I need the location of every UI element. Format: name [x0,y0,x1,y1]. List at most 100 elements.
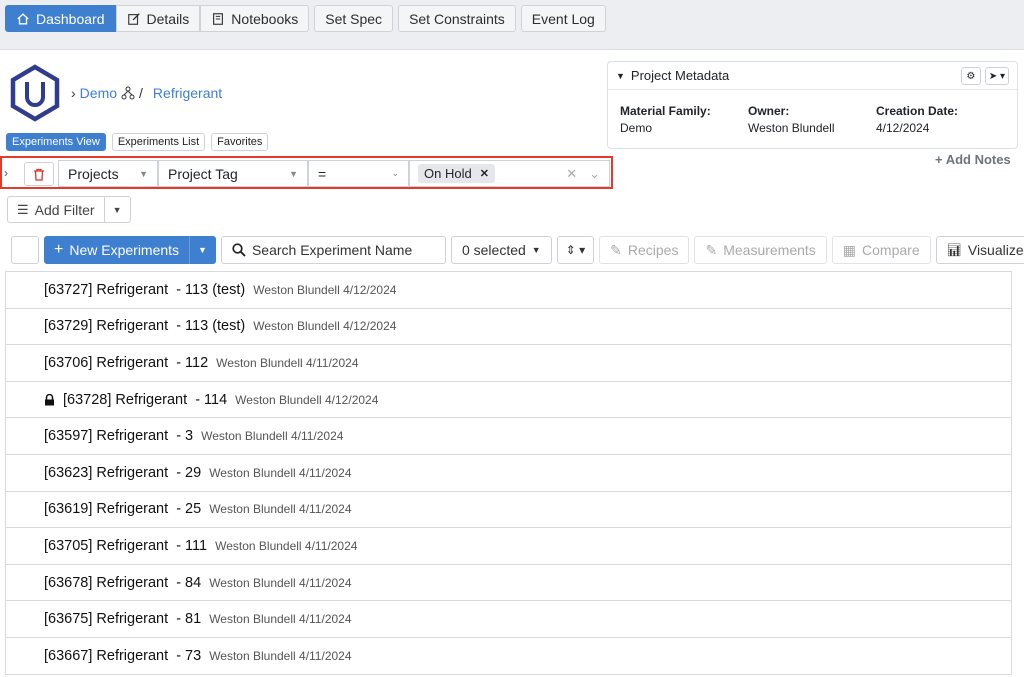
select-all-checkbox[interactable] [11,236,39,264]
chevron-down-icon[interactable]: ⌄ [589,166,600,182]
experiment-name[interactable]: [63667] Refrigerant - 73 [44,648,201,664]
experiment-row[interactable]: [63728] Refrigerant - 114 Weston Blundell… [5,381,1012,419]
experiment-row[interactable]: [63729] Refrigerant - 113 (test) Weston B… [5,308,1012,346]
experiment-name[interactable]: [63727] Refrigerant - 113 (test) [44,282,245,298]
delete-filter-button[interactable] [24,162,54,186]
add-filter-dropdown[interactable]: ▼ [104,196,131,223]
nav-event-log-label: Event Log [531,10,595,27]
sort-button[interactable]: ⇕ ▾ [556,236,595,264]
table-icon: ▦ [842,241,857,258]
search-placeholder: Search Experiment Name [251,242,413,258]
experiment-name[interactable]: [63729] Refrigerant - 113 (test) [44,318,245,334]
nav-notebooks-label: Notebooks [231,10,299,27]
filter-subfield-value: Project Tag [168,165,238,182]
owner-field: Owner: Weston Blundell [748,104,876,135]
material-family-field: Material Family: Demo [620,104,748,135]
filter-value-multiselect[interactable]: On Hold ✕ ✕ ⌄ [409,160,610,187]
breadcrumb-separator: / [139,85,143,101]
settings-button[interactable]: ⚙ [960,67,981,85]
experiment-name[interactable]: [63728] Refrigerant - 114 [63,392,227,408]
compare-button[interactable]: ▦ Compare [831,236,931,264]
chevron-right-icon[interactable]: › [4,166,8,180]
selected-count: 0 selected [461,242,526,258]
nav-dashboard-button[interactable]: Dashboard [5,5,116,32]
creation-date-value: 4/12/2024 [876,121,930,135]
remove-chip-icon[interactable]: ✕ [480,167,489,180]
nav-details-button[interactable]: Details [115,5,201,32]
nav-set-constraints-label: Set Constraints [409,10,505,27]
filter-row: › Projects ▼ Project Tag ▼ = ⌄ On Hold ✕… [0,156,613,189]
project-metadata-header[interactable]: ▼ Project Metadata [608,62,1017,90]
experiment-name[interactable]: [63597] Refrigerant - 3 [44,428,193,444]
recipes-button[interactable]: ✎ Recipes [599,236,690,264]
experiment-name[interactable]: [63619] Refrigerant - 25 [44,501,201,517]
caret-down-icon: ▼ [616,70,625,81]
experiment-name[interactable]: [63705] Refrigerant - 111 [44,538,207,554]
selection-dropdown[interactable]: 0 selected ▼ [450,236,552,264]
new-experiments-label: New Experiments [69,242,180,258]
trash-icon [34,168,44,181]
experiment-row[interactable]: [63597] Refrigerant - 3 Weston Blundell 4… [5,418,1012,455]
experiment-row[interactable]: [63705] Refrigerant - 111 Weston Blundell… [5,528,1012,565]
owner-label: Owner: [748,104,790,118]
breadcrumb-demo-link[interactable]: Demo [80,85,117,101]
experiment-owner-date: Weston Blundell 4/11/2024 [209,612,352,627]
tab-experiments-list[interactable]: Experiments List [111,133,206,151]
add-filter-label: Add Filter [34,201,95,218]
experiment-row[interactable]: [63678] Refrigerant - 84 Weston Blundell … [5,564,1012,602]
clear-icon[interactable]: ✕ [566,166,577,182]
add-notes-button[interactable]: + Add Notes [935,152,1011,167]
recipes-label: Recipes [627,242,679,258]
experiment-name[interactable]: [63623] Refrigerant - 29 [44,465,201,481]
filter-field-select[interactable]: Projects ▼ [58,160,158,187]
add-filter-button[interactable]: ☰ Add Filter [7,196,105,223]
nav-event-log-button[interactable]: Event Log [520,5,606,32]
creation-date-field: Creation Date: 4/12/2024 [876,104,1004,135]
measurements-label: Measurements [723,242,816,258]
experiment-name[interactable]: [63675] Refrigerant - 81 [44,611,201,627]
filter-operator-value: = [318,165,327,182]
filter-subfield-select[interactable]: Project Tag ▼ [158,160,308,187]
caret-down-icon: ▼ [112,204,122,215]
experiment-owner-date: Weston Blundell 4/11/2024 [209,648,352,663]
breadcrumb-refrigerant-link[interactable]: Refrigerant [153,85,222,101]
new-experiments-dropdown[interactable]: ▼ [189,236,216,264]
caret-down-icon: ▼ [198,245,207,255]
edit-icon [127,12,140,25]
top-nav: Dashboard Details Notebooks Set Spec Set… [5,5,611,32]
tab-experiments-view[interactable]: Experiments View [6,133,106,151]
search-icon [232,243,246,257]
new-experiments-button[interactable]: + New Experiments [44,236,190,264]
caret-down-icon: ▼ [531,245,541,255]
material-family-label: Material Family: [620,104,711,118]
experiment-row[interactable]: [63675] Refrigerant - 81 Weston Blundell … [5,601,1012,638]
experiment-row[interactable]: [63619] Refrigerant - 25 Weston Blundell … [5,491,1012,529]
filter-operator-select[interactable]: = ⌄ [308,160,409,187]
chevron-down-icon: ▼ [139,168,148,179]
navigate-button[interactable]: ➤ ▾ [984,67,1009,85]
search-experiment-input[interactable]: Search Experiment Name [220,236,446,264]
experiment-name[interactable]: [63678] Refrigerant - 84 [44,575,201,591]
experiment-row[interactable]: [63623] Refrigerant - 29 Weston Blundell … [5,454,1012,492]
lock-icon [45,393,54,406]
experiment-name[interactable]: [63706] Refrigerant - 112 [44,355,208,371]
chevron-down-icon: ▼ [289,168,298,179]
chevron-right-icon: › [71,85,76,101]
experiment-owner-date: Weston Blundell 4/12/2024 [253,319,397,334]
experiment-row[interactable]: [63706] Refrigerant - 112 Weston Blundell… [5,345,1012,382]
add-filter-group: ☰ Add Filter ▼ [7,196,131,223]
nav-set-spec-button[interactable]: Set Spec [314,5,394,32]
nav-set-constraints-button[interactable]: Set Constraints [398,5,516,32]
material-family-value: Demo [620,121,653,135]
compare-label: Compare [862,242,920,258]
measurements-button[interactable]: ✎ Measurements [694,236,827,264]
experiment-row[interactable]: [63727] Refrigerant - 113 (test) Weston B… [5,272,1012,309]
owner-value: Weston Blundell [748,121,835,135]
chart-icon: 📊︎ [946,243,962,257]
nav-notebooks-button[interactable]: Notebooks [200,5,310,32]
pencil-icon: ✎ [705,241,718,258]
visualize-button[interactable]: 📊︎ Visualize ▼ [935,236,1024,264]
tab-favorites[interactable]: Favorites [211,133,269,151]
filter-value-chip: On Hold ✕ [418,164,495,183]
experiment-row[interactable]: [63667] Refrigerant - 73 Weston Blundell … [5,637,1012,675]
